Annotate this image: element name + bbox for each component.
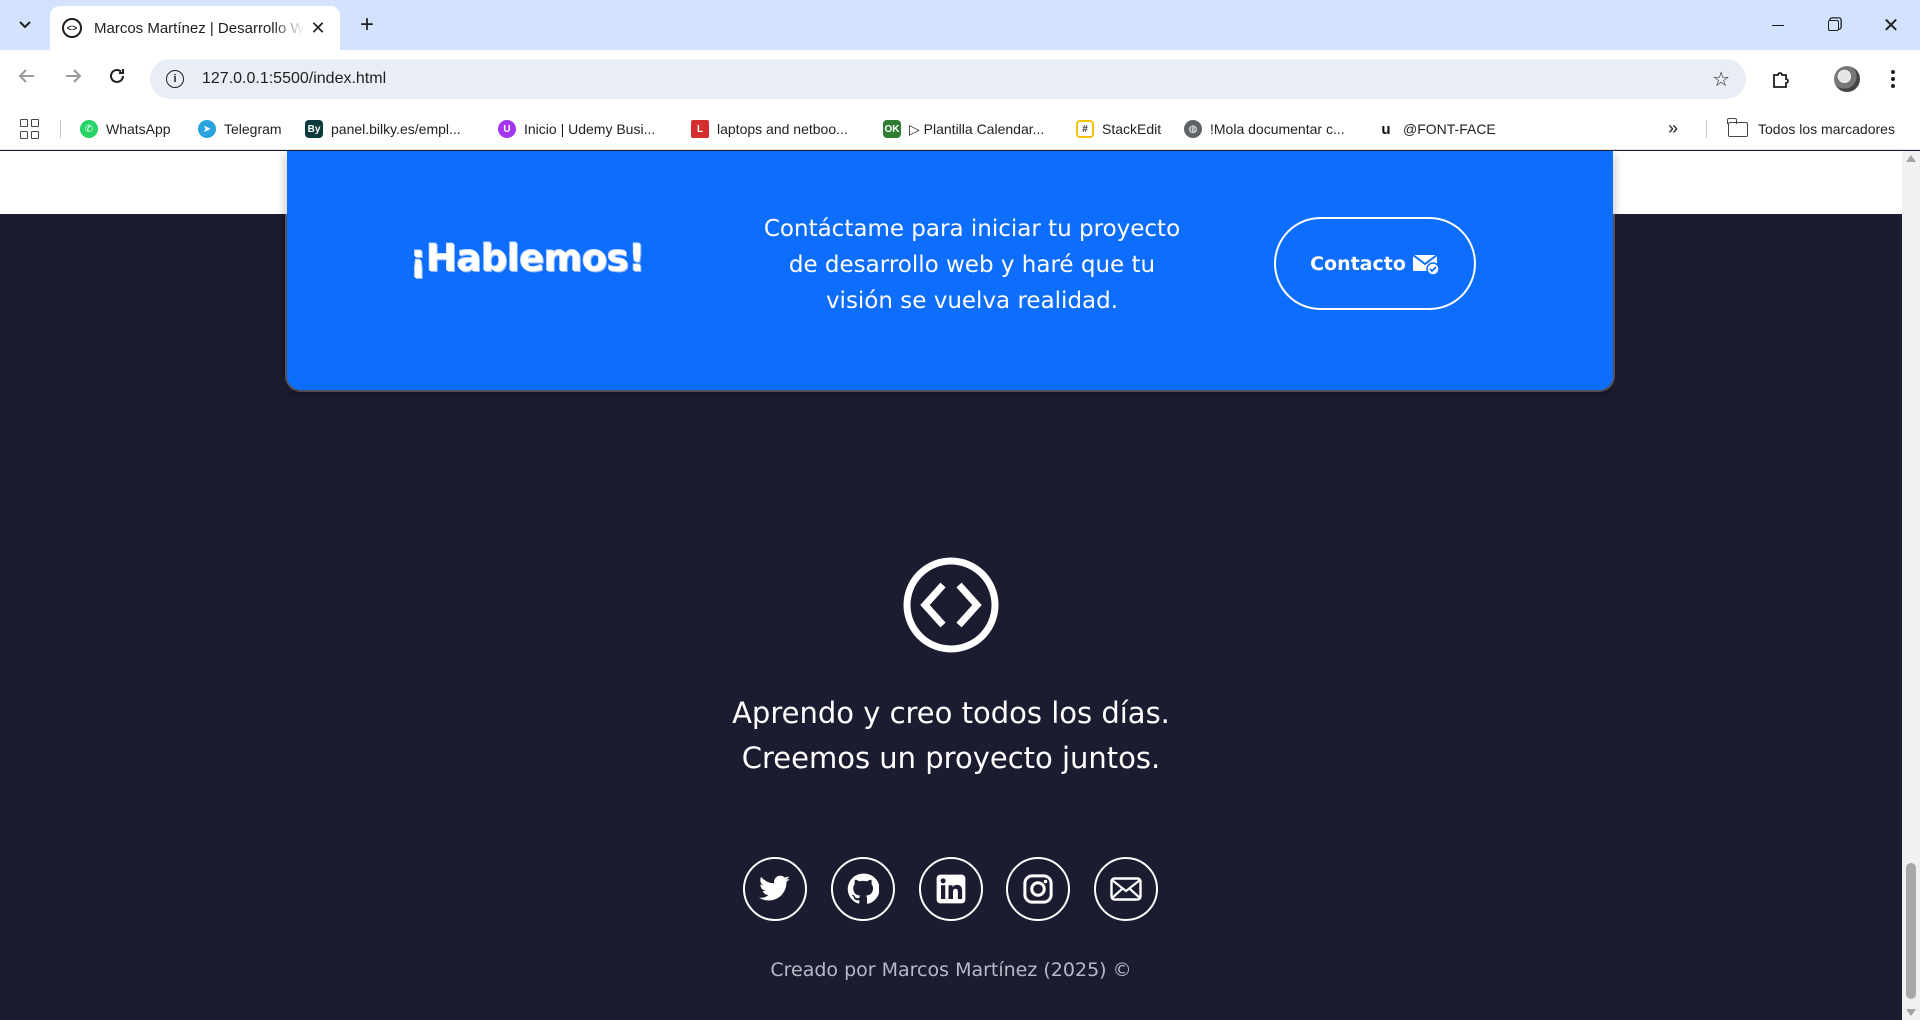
calendar-ok-icon: OK <box>883 120 901 138</box>
profile-avatar[interactable] <box>1832 64 1862 94</box>
bookmark-whatsapp[interactable]: ✆ WhatsApp <box>80 118 171 140</box>
instagram-link[interactable] <box>1006 857 1070 921</box>
github-link[interactable] <box>831 857 895 921</box>
active-tab[interactable]: <> Marcos Martínez | Desarrollo Web ✕ <box>50 6 340 50</box>
bookmark-plantilla[interactable]: OK ▷ Plantilla Calendar... <box>883 118 1044 140</box>
forward-button[interactable] <box>58 64 88 94</box>
scrollbar-thumb[interactable] <box>1906 863 1916 999</box>
bookmarks-bar: ✆ WhatsApp ➤ Telegram By panel.bilky.es/… <box>0 108 1920 150</box>
restore-button[interactable] <box>1810 8 1856 42</box>
bookmark-label: StackEdit <box>1102 121 1162 137</box>
folder-icon <box>1727 117 1748 137</box>
linkedin-icon <box>936 874 966 904</box>
tab-title: Marcos Martínez | Desarrollo Web <box>94 19 304 37</box>
arrow-right-icon <box>66 69 82 83</box>
all-bookmarks-label: Todos los marcadores <box>1758 121 1895 137</box>
bookmark-laptops[interactable]: L laptops and netboo... <box>691 118 848 140</box>
arrow-left-icon <box>18 69 34 83</box>
mail-check-icon <box>1412 253 1440 276</box>
twitter-link[interactable] <box>743 857 807 921</box>
bookmark-star-icon[interactable]: ☆ <box>1712 67 1730 92</box>
bookmark-stackedit[interactable]: # StackEdit <box>1076 118 1161 140</box>
email-link[interactable] <box>1094 857 1158 921</box>
page-viewport: ¡Hablemos! Contáctame para iniciar tu pr… <box>0 151 1902 1020</box>
globe-icon: ◍ <box>1184 120 1202 138</box>
cta-title: ¡Hablemos! <box>410 237 645 280</box>
bookmark-label: laptops and netboo... <box>717 121 848 137</box>
l-logo-icon: L <box>691 120 709 138</box>
restore-icon <box>1827 19 1839 31</box>
bookmark-udemy[interactable]: U Inicio | Udemy Busi... <box>498 118 655 140</box>
instagram-icon <box>1023 874 1053 904</box>
bookmark-label: !Mola documentar c... <box>1210 121 1345 137</box>
bookmark-separator <box>60 120 61 138</box>
reload-button[interactable] <box>102 64 132 94</box>
code-logo-icon <box>903 557 999 653</box>
contact-button[interactable]: Contacto <box>1274 217 1476 310</box>
back-button[interactable] <box>12 64 42 94</box>
page-scrollbar[interactable] <box>1902 151 1920 1020</box>
bookmark-label: @FONT-FACE <box>1403 121 1496 137</box>
more-bookmarks-icon[interactable]: » <box>1668 118 1678 139</box>
bookmark-label: WhatsApp <box>106 121 171 137</box>
email-icon <box>1110 877 1142 901</box>
close-tab-icon[interactable]: ✕ <box>308 18 328 39</box>
social-links <box>0 857 1902 921</box>
tab-strip: <> Marcos Martínez | Desarrollo Web ✕ + … <box>0 0 1920 50</box>
scroll-down-arrow-icon[interactable] <box>1906 1009 1916 1016</box>
site-info-icon[interactable]: i <box>166 70 184 88</box>
avatar-image <box>1834 66 1860 92</box>
all-bookmarks-folder[interactable]: Todos los marcadores <box>1727 117 1895 140</box>
url-text: 127.0.0.1:5500/index.html <box>202 70 387 87</box>
close-icon: ✕ <box>1882 14 1900 37</box>
apps-grid-icon[interactable] <box>20 119 40 139</box>
bilky-icon: By <box>305 120 323 138</box>
browser-menu-button[interactable] <box>1878 64 1908 94</box>
puzzle-icon <box>1773 72 1789 88</box>
extensions-button[interactable] <box>1766 64 1796 94</box>
bookmark-label: ▷ Plantilla Calendar... <box>909 120 1045 137</box>
telegram-icon: ➤ <box>198 120 216 138</box>
browser-toolbar: i 127.0.0.1:5500/index.html ☆ <box>0 50 1920 108</box>
stackedit-icon: # <box>1076 120 1094 138</box>
cta-text: Contáctame para iniciar tu proyecto de d… <box>763 216 1181 314</box>
code-logo-icon: <> <box>62 18 82 38</box>
footer-credits: Creado por Marcos Martínez (2025) © <box>770 959 1132 981</box>
contact-button-label: Contacto <box>1310 252 1406 275</box>
close-window-button[interactable]: ✕ <box>1868 8 1914 42</box>
bookmark-telegram[interactable]: ➤ Telegram <box>198 118 282 140</box>
linkedin-link[interactable] <box>919 857 983 921</box>
bookmark-fontface[interactable]: u @FONT-FACE <box>1377 118 1496 140</box>
bookmark-label: Telegram <box>224 121 282 137</box>
scroll-up-arrow-icon[interactable] <box>1906 155 1916 162</box>
contact-cta-card: ¡Hablemos! Contáctame para iniciar tu pr… <box>287 151 1613 390</box>
u-logo-icon: u <box>1377 120 1395 138</box>
bookmark-separator <box>1706 120 1707 138</box>
twitter-icon <box>759 875 790 901</box>
minimize-icon <box>1772 24 1784 26</box>
tagline-line-1: Aprendo y creo todos los días. <box>732 696 1170 730</box>
github-icon <box>847 873 879 904</box>
bookmark-mola[interactable]: ◍ !Mola documentar c... <box>1184 118 1345 140</box>
chevron-down-icon <box>19 21 31 29</box>
reload-icon <box>110 68 124 83</box>
address-bar[interactable]: i 127.0.0.1:5500/index.html ☆ <box>150 59 1746 99</box>
new-tab-button[interactable]: + <box>352 10 382 40</box>
udemy-icon: U <box>498 120 516 138</box>
bookmark-label: panel.bilky.es/empl... <box>331 121 461 137</box>
bookmark-label: Inicio | Udemy Busi... <box>524 121 656 137</box>
whatsapp-icon: ✆ <box>80 120 98 138</box>
footer-tagline: Aprendo y creo todos los días. Creemos u… <box>551 691 1351 781</box>
minimize-button[interactable] <box>1755 8 1801 42</box>
tagline-line-2: Creemos un proyecto juntos. <box>741 741 1161 775</box>
bookmark-bilky[interactable]: By panel.bilky.es/empl... <box>305 118 461 140</box>
tab-search-button[interactable] <box>8 9 42 41</box>
more-vertical-icon <box>1891 70 1895 88</box>
